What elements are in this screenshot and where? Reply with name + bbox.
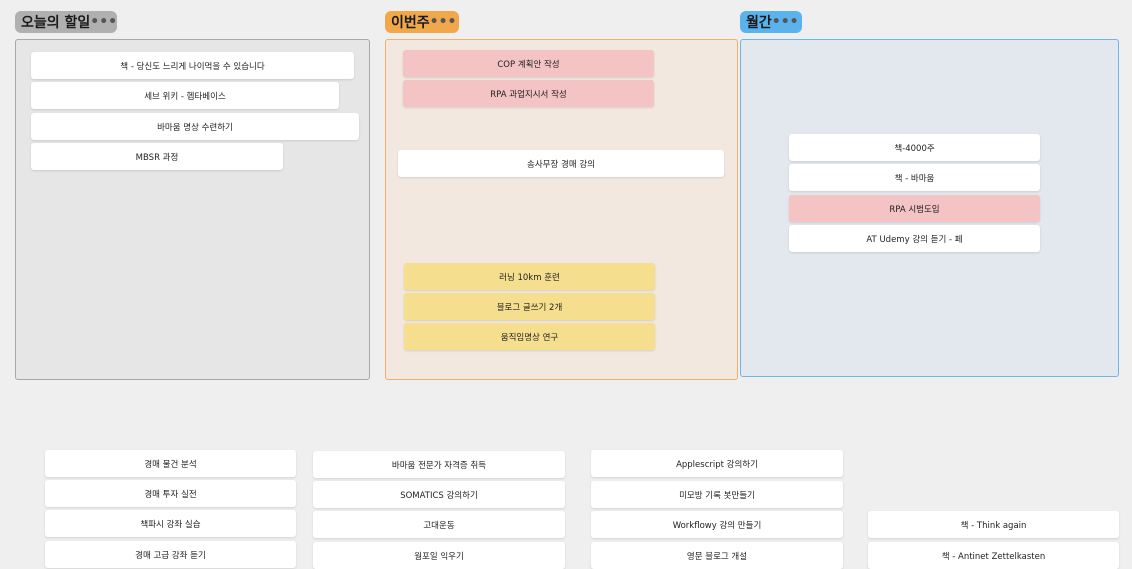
task-card[interactable]: 책 - 바마움 (789, 164, 1040, 191)
task-card[interactable]: 러닝 10km 훈련 (404, 263, 655, 290)
backlog-card[interactable]: 영문 블로그 개설 (591, 542, 843, 569)
backlog-card[interactable]: 고대운동 (313, 511, 565, 538)
frame-title: 이번주 (391, 15, 430, 31)
frame-title: 오늘의 할일 (21, 15, 91, 31)
task-card[interactable]: MBSR 과정 (31, 143, 283, 170)
backlog-card[interactable]: 경매 투자 실전 (45, 480, 296, 507)
more-icon[interactable]: ••• (90, 14, 117, 30)
backlog-card[interactable]: SOMATICS 강의하기 (313, 481, 565, 508)
task-card[interactable]: RPA 과업지시서 작성 (403, 80, 654, 107)
frame-title: 월간 (746, 15, 772, 31)
more-icon[interactable]: ••• (772, 14, 799, 30)
task-card[interactable]: 송사무장 경매 강의 (398, 150, 724, 177)
backlog-card[interactable]: 경매 물건 분석 (45, 450, 296, 477)
task-card[interactable]: 블로그 글쓰기 2개 (404, 293, 655, 320)
frame-label-today[interactable]: 오늘의 할일 ••• (15, 11, 117, 33)
backlog-card[interactable]: Applescript 강의하기 (591, 450, 843, 477)
backlog-card[interactable]: 바마움 전문가 자격증 취득 (313, 451, 565, 478)
task-card[interactable]: COP 계획안 작성 (403, 50, 654, 77)
task-card[interactable]: 책 - 당신도 느리게 나이먹을 수 있습니다 (31, 52, 354, 79)
backlog-card[interactable]: 책파시 강좌 실습 (45, 510, 296, 537)
task-card[interactable]: 움직임명상 연구 (404, 323, 655, 350)
more-icon[interactable]: ••• (430, 14, 457, 30)
task-card[interactable]: 세브 위키 - 헵타베이스 (31, 82, 339, 109)
frame-label-month[interactable]: 월간 ••• (740, 11, 802, 33)
task-card[interactable]: 바마움 명상 수련하기 (31, 113, 359, 140)
backlog-card[interactable]: 책 - Antinet Zettelkasten (868, 542, 1119, 569)
task-card[interactable]: AT Udemy 강의 듣기 - 페 (789, 225, 1040, 252)
frame-label-week[interactable]: 이번주 ••• (385, 11, 459, 33)
backlog-card[interactable]: 책 - Think again (868, 511, 1119, 538)
task-card[interactable]: 책-4000주 (789, 134, 1040, 161)
backlog-card[interactable]: 미모방 기록 봇만들기 (591, 481, 843, 508)
backlog-card[interactable]: Workflowy 강의 만들기 (591, 511, 843, 538)
backlog-card[interactable]: 웜포일 익우기 (313, 542, 565, 569)
backlog-card[interactable]: 경매 고급 강좌 듣기 (45, 541, 296, 568)
task-card[interactable]: RPA 시범도입 (789, 195, 1040, 222)
